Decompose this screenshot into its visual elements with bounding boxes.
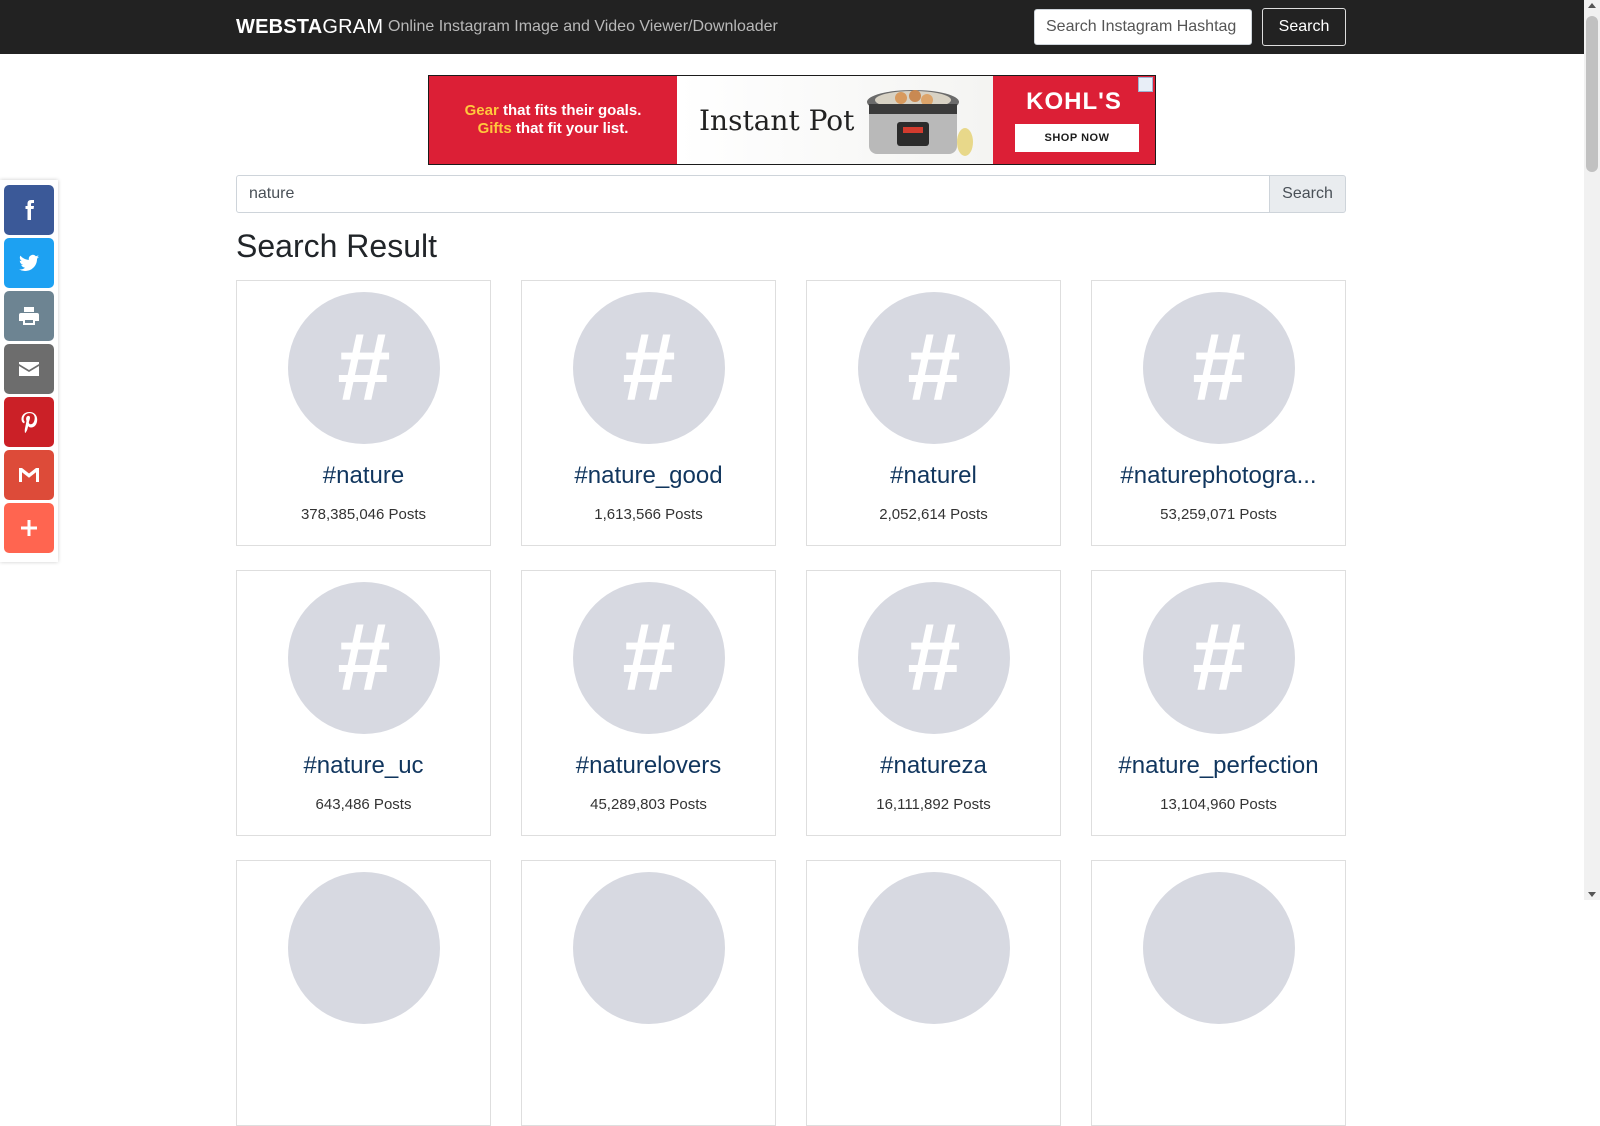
logo-bold-part: WEBSTA: [236, 16, 323, 38]
gmail-icon: [19, 468, 39, 482]
top-navbar: WEBSTAGRAM Online Instagram Image and Vi…: [0, 0, 1584, 54]
hashtag-avatar: [288, 872, 440, 1024]
header-search-button[interactable]: Search: [1262, 8, 1346, 46]
hashtag-post-count: 16,111,892 Posts: [876, 796, 991, 813]
ad-slogan: Gear that fits their goals. Gifts that f…: [429, 76, 677, 164]
hashtag-avatar: [858, 872, 1010, 1024]
hashtag-card[interactable]: # #nature_good 1,613,566 Posts: [521, 280, 776, 546]
ad-slogan-line-1: Gear that fits their goals.: [464, 102, 642, 119]
hashtag-search-input[interactable]: [236, 175, 1270, 213]
pinterest-icon: [21, 412, 38, 434]
hashtag-card[interactable]: # #nature_uc 643,486 Posts: [236, 570, 491, 836]
hashtag-avatar: [573, 872, 725, 1024]
hashtag-card[interactable]: # #nature_perfection 13,104,960 Posts: [1091, 570, 1346, 836]
hashtag-name[interactable]: #natureza: [813, 752, 1054, 780]
hashtag-post-count: 45,289,803 Posts: [590, 796, 707, 813]
hashtag-avatar: #: [573, 292, 725, 444]
hashtag-avatar: [1143, 872, 1295, 1024]
plus-icon: [21, 520, 37, 536]
ad-shop-now-button[interactable]: SHOP NOW: [1015, 124, 1139, 152]
hashtag-name[interactable]: #nature_uc: [243, 752, 484, 780]
hashtag-avatar: #: [858, 292, 1010, 444]
hashtag-post-count: 13,104,960 Posts: [1160, 796, 1277, 813]
hashtag-card[interactable]: # #naturel 2,052,614 Posts: [806, 280, 1061, 546]
scrollbar-thumb[interactable]: [1586, 16, 1598, 172]
hashtag-card[interactable]: # #naturelovers 45,289,803 Posts: [521, 570, 776, 836]
twitter-share-button[interactable]: [4, 238, 54, 288]
ad-product-panel: Instant Pot: [677, 76, 993, 164]
hashtag-card[interactable]: # #nature 378,385,046 Posts: [236, 280, 491, 546]
scroll-up-arrow-icon[interactable]: [1588, 3, 1596, 8]
hashtag-avatar: #: [288, 292, 440, 444]
hashtag-icon: #: [337, 314, 391, 421]
hashtag-icon: #: [907, 604, 961, 711]
pressure-cooker-image: [867, 90, 973, 156]
hashtag-avatar: #: [1143, 292, 1295, 444]
hashtag-avatar: #: [573, 582, 725, 734]
ad-retailer-panel: KOHL'S SHOP NOW: [993, 76, 1155, 164]
hashtag-icon: #: [337, 604, 391, 711]
more-share-button[interactable]: [4, 503, 54, 553]
twitter-icon: [19, 254, 39, 272]
hashtag-post-count: 643,486 Posts: [315, 796, 412, 813]
page-scrollbar[interactable]: [1584, 0, 1600, 900]
hashtag-name[interactable]: #nature_good: [528, 462, 769, 490]
print-share-button[interactable]: [4, 291, 54, 341]
hashtag-name[interactable]: #nature_perfection: [1098, 752, 1339, 780]
ad-slogan-line-2: Gifts that fit your list.: [477, 120, 629, 137]
header-hashtag-search-input[interactable]: [1034, 9, 1252, 45]
site-logo[interactable]: WEBSTAGRAM: [236, 16, 383, 39]
hashtag-icon: #: [1192, 314, 1246, 421]
hashtag-name[interactable]: #nature: [243, 462, 484, 490]
ad-choices-icon[interactable]: [1138, 77, 1153, 92]
pinterest-share-button[interactable]: [4, 397, 54, 447]
hashtag-card[interactable]: # #natureza 16,111,892 Posts: [806, 570, 1061, 836]
ad-product-brand: Instant Pot: [699, 104, 855, 137]
hashtag-card[interactable]: # #naturephotogra... 53,259,071 Posts: [1091, 280, 1346, 546]
hashtag-icon: #: [622, 314, 676, 421]
email-icon: [19, 362, 39, 376]
hashtag-icon: #: [907, 314, 961, 421]
hashtag-icon: #: [1192, 604, 1246, 711]
search-result-heading: Search Result: [236, 228, 437, 264]
hashtag-name[interactable]: #naturephotogra...: [1098, 462, 1339, 490]
hashtag-post-count: 1,613,566 Posts: [594, 506, 703, 523]
hashtag-avatar: #: [288, 582, 440, 734]
search-button[interactable]: Search: [1269, 175, 1346, 213]
hashtag-name[interactable]: #naturel: [813, 462, 1054, 490]
hashtag-avatar: #: [858, 582, 1010, 734]
hashtag-name[interactable]: #naturelovers: [528, 752, 769, 780]
print-icon: [19, 307, 39, 325]
scroll-down-arrow-icon[interactable]: [1588, 892, 1596, 897]
email-share-button[interactable]: [4, 344, 54, 394]
social-share-bar: [0, 180, 58, 562]
hashtag-icon: #: [622, 604, 676, 711]
facebook-icon: [25, 200, 34, 220]
site-tagline: Online Instagram Image and Video Viewer/…: [388, 18, 778, 35]
ad-retailer-logo: KOHL'S: [1026, 88, 1122, 115]
facebook-share-button[interactable]: [4, 185, 54, 235]
hashtag-avatar: #: [1143, 582, 1295, 734]
hashtag-post-count: 2,052,614 Posts: [879, 506, 988, 523]
hashtag-post-count: 378,385,046 Posts: [300, 506, 427, 523]
logo-light-part: GRAM: [322, 16, 384, 38]
hashtag-post-count: 53,259,071 Posts: [1160, 506, 1277, 523]
ad-banner[interactable]: Gear that fits their goals. Gifts that f…: [428, 75, 1156, 165]
gmail-share-button[interactable]: [4, 450, 54, 500]
